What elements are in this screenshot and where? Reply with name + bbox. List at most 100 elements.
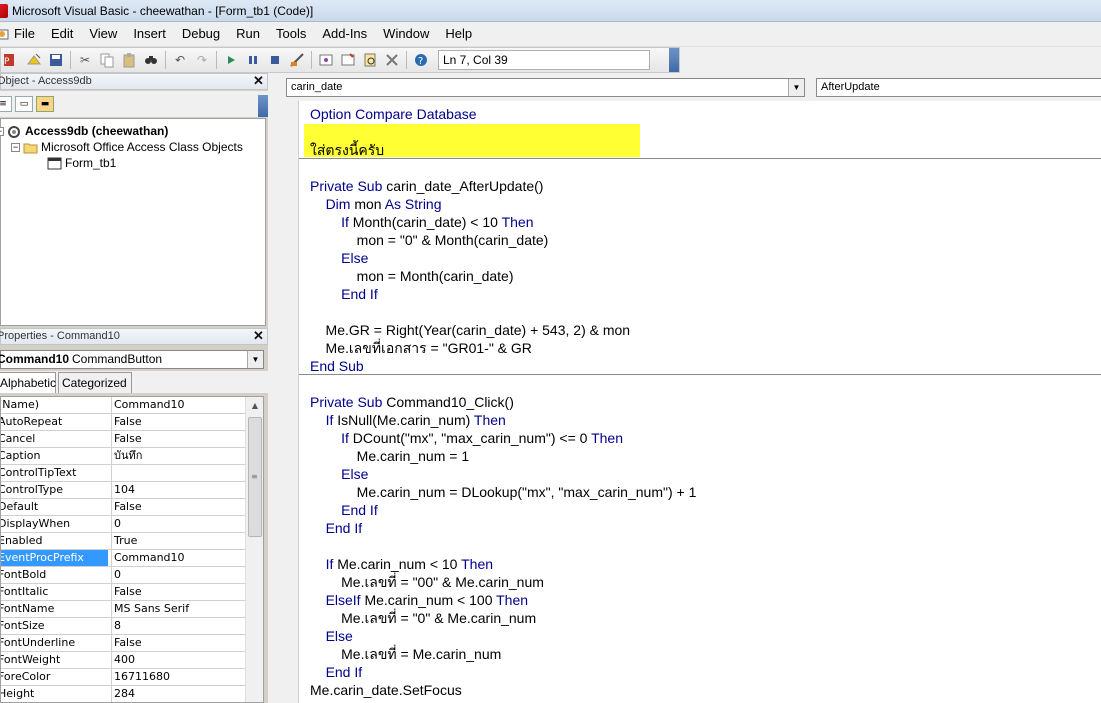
property-value[interactable]: False: [111, 431, 245, 447]
object-combo[interactable]: carin_date ▼: [286, 78, 805, 97]
property-row[interactable]: FontSize 8: [1, 618, 245, 635]
menu-window[interactable]: Window: [375, 23, 437, 45]
tree-node-folder[interactable]: − Microsoft Office Access Class Objects: [11, 139, 243, 155]
code-line: mon = "0" & Month(carin_date): [310, 231, 549, 249]
collapse-icon[interactable]: −: [11, 142, 20, 152]
menu-debug[interactable]: Debug: [174, 23, 228, 45]
project-explorer-icon[interactable]: [316, 50, 336, 70]
code-margin-indicator-bar[interactable]: [278, 101, 298, 703]
code-line: Me.carin_num = DLookup("mx", "max_carin_…: [310, 483, 697, 501]
selected-object-type: CommandButton: [72, 352, 163, 366]
design-mode-icon[interactable]: [287, 50, 307, 70]
collapse-icon[interactable]: −: [0, 126, 4, 136]
view-code-icon[interactable]: ≡: [0, 96, 12, 112]
tree-node-form[interactable]: Form_tb1: [47, 155, 116, 171]
help-icon[interactable]: ?: [411, 50, 431, 70]
scroll-up-icon[interactable]: ▲: [246, 397, 263, 414]
property-value[interactable]: 16711680: [111, 669, 245, 685]
property-row[interactable]: ForeColor 16711680: [1, 669, 245, 686]
property-value[interactable]: False: [111, 499, 245, 515]
property-value[interactable]: 8: [111, 618, 245, 634]
paste-icon[interactable]: [119, 50, 139, 70]
property-value[interactable]: [111, 465, 245, 481]
insert-icon[interactable]: [24, 50, 44, 70]
code-keyword: Then: [496, 592, 529, 608]
toolbar-options-grip[interactable]: [669, 48, 679, 72]
run-icon[interactable]: [221, 50, 241, 70]
save-icon[interactable]: [46, 50, 66, 70]
property-value[interactable]: True: [111, 533, 245, 549]
chevron-down-icon[interactable]: ▼: [247, 351, 263, 368]
property-row[interactable]: FontBold 0: [1, 567, 245, 584]
property-row[interactable]: Default False: [1, 499, 245, 516]
property-row[interactable]: (Name) Command10: [1, 397, 245, 414]
menu-file[interactable]: File: [14, 23, 43, 45]
property-row[interactable]: EventProcPrefix Command10: [1, 550, 245, 567]
object-selector-dropdown[interactable]: Command10 CommandButton ▼: [0, 350, 264, 369]
pane-splitter[interactable]: [268, 73, 278, 703]
tab-alphabetic[interactable]: Alphabetic: [0, 372, 56, 393]
copy-icon[interactable]: [97, 50, 117, 70]
property-value[interactable]: บันทึก: [111, 448, 245, 464]
code-line: Me.GR = Right(Year(carin_date) + 543, 2)…: [310, 321, 631, 339]
property-value[interactable]: 0: [111, 567, 245, 583]
menu-tools[interactable]: Tools: [268, 23, 314, 45]
toggle-folders-icon[interactable]: ▬: [36, 96, 54, 112]
property-value[interactable]: False: [111, 635, 245, 651]
properties-scrollbar[interactable]: ▲ ≡: [245, 397, 263, 702]
menu-view[interactable]: View: [81, 23, 125, 45]
code-editor[interactable]: Option Compare Database ใส่ตรงนี้ครับ Priv…: [298, 101, 1101, 703]
code-line: End If: [310, 285, 378, 303]
property-value[interactable]: 284: [111, 686, 245, 702]
property-value[interactable]: 400: [111, 652, 245, 668]
menu-edit[interactable]: Edit: [43, 23, 81, 45]
vba-app-icon[interactable]: [0, 3, 8, 18]
property-row[interactable]: AutoRepeat False: [1, 414, 245, 431]
property-value[interactable]: 104: [111, 482, 245, 498]
project-toolbar-grip[interactable]: [258, 95, 268, 117]
property-row[interactable]: FontItalic False: [1, 584, 245, 601]
access-icon[interactable]: P: [2, 50, 22, 70]
property-row[interactable]: ControlTipText: [1, 465, 245, 482]
find-icon[interactable]: [141, 50, 161, 70]
property-row[interactable]: Enabled True: [1, 533, 245, 550]
property-row[interactable]: FontUnderline False: [1, 635, 245, 652]
code-window-icon[interactable]: [0, 27, 10, 41]
toolbox-icon[interactable]: [382, 50, 402, 70]
menu-insert[interactable]: Insert: [125, 23, 174, 45]
menu-run[interactable]: Run: [228, 23, 268, 45]
property-row[interactable]: Caption บันทึก: [1, 448, 245, 465]
menu-help[interactable]: Help: [437, 23, 480, 45]
procedure-combo[interactable]: AfterUpdate: [816, 78, 1101, 97]
property-value[interactable]: False: [111, 584, 245, 600]
tree-node-project[interactable]: − Access9db (cheewathan): [0, 123, 168, 139]
undo-icon[interactable]: ↶: [170, 50, 190, 70]
property-row[interactable]: FontName MS Sans Serif: [1, 601, 245, 618]
property-value[interactable]: False: [111, 414, 245, 430]
code-keyword: Private Sub: [310, 394, 387, 410]
code-text: mon = Month(carin_date): [310, 268, 514, 284]
property-row[interactable]: Cancel False: [1, 431, 245, 448]
property-row[interactable]: FontWeight 400: [1, 652, 245, 669]
view-object-icon[interactable]: ▭: [15, 96, 33, 112]
properties-icon[interactable]: [338, 50, 358, 70]
close-project-pane-icon[interactable]: ✕: [252, 74, 265, 88]
tab-categorized[interactable]: Categorized: [58, 372, 132, 393]
cut-icon[interactable]: ✂: [75, 50, 95, 70]
redo-icon[interactable]: ↷: [192, 50, 212, 70]
property-value[interactable]: 0: [111, 516, 245, 532]
property-value[interactable]: Command10: [111, 397, 245, 413]
property-row[interactable]: ControlType 104: [1, 482, 245, 499]
property-row[interactable]: Height 284: [1, 686, 245, 702]
code-line: Me.carin_date.SetFocus: [310, 681, 462, 699]
object-browser-icon[interactable]: [360, 50, 380, 70]
property-row[interactable]: DisplayWhen 0: [1, 516, 245, 533]
chevron-down-icon[interactable]: ▼: [788, 79, 804, 96]
menu-add-ins[interactable]: Add-Ins: [314, 23, 375, 45]
property-value[interactable]: Command10: [111, 550, 245, 566]
break-icon[interactable]: [243, 50, 263, 70]
reset-icon[interactable]: [265, 50, 285, 70]
code-keyword: End If: [325, 664, 363, 680]
property-value[interactable]: MS Sans Serif: [111, 601, 245, 617]
close-properties-pane-icon[interactable]: ✕: [252, 329, 265, 343]
